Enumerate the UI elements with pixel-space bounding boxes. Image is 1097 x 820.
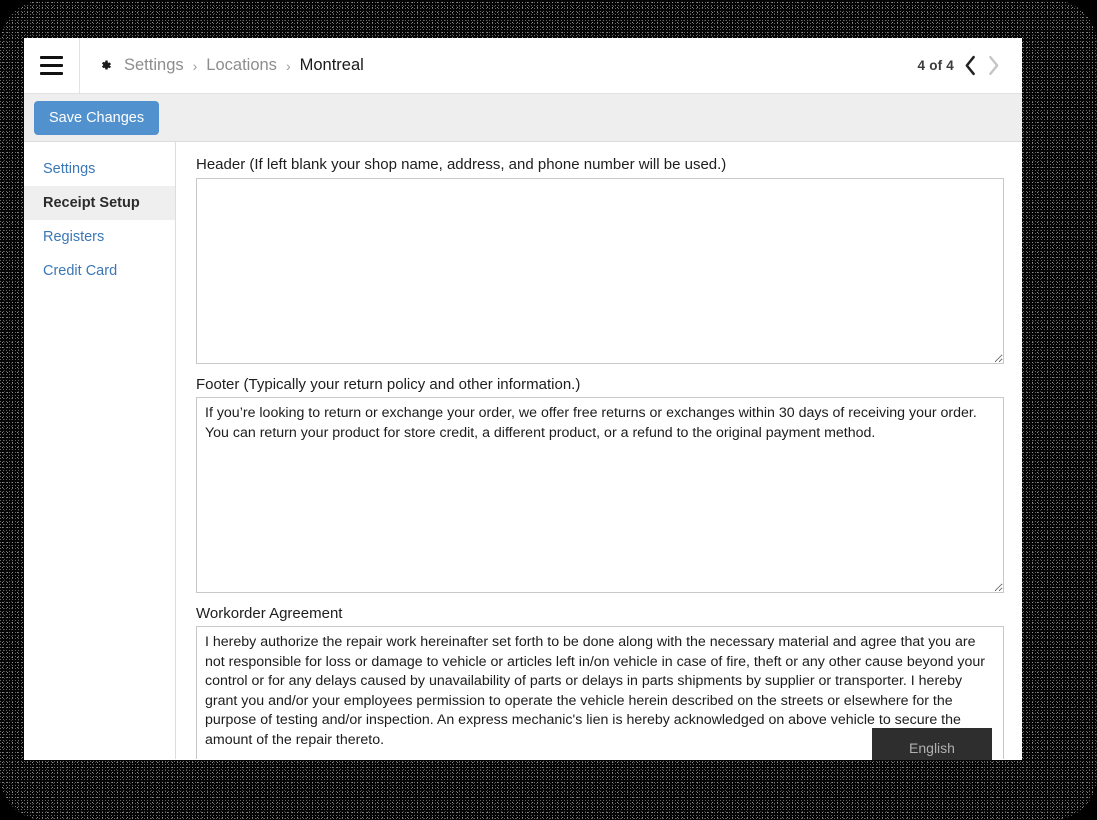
sidebar-item-receipt-setup[interactable]: Receipt Setup: [24, 186, 175, 220]
chevron-left-icon[interactable]: [964, 55, 977, 76]
top-bar: Settings › Locations › Montreal 4 of 4: [24, 38, 1022, 94]
hamburger-bar: [40, 64, 63, 67]
body-split: Settings Receipt Setup Registers Credit …: [24, 142, 1022, 759]
breadcrumb-item-settings[interactable]: Settings: [124, 56, 184, 75]
footer-field-label: Footer (Typically your return policy and…: [196, 376, 581, 393]
action-toolbar: Save Changes: [24, 94, 1022, 142]
hamburger-bar: [40, 72, 63, 75]
sidebar-item-settings[interactable]: Settings: [24, 152, 175, 186]
breadcrumb-separator: ›: [192, 57, 198, 74]
breadcrumb-item-locations[interactable]: Locations: [206, 56, 277, 75]
footer-textarea[interactable]: [196, 397, 1004, 593]
breadcrumb-item-montreal: Montreal: [299, 56, 364, 74]
sidebar-item-registers[interactable]: Registers: [24, 220, 175, 254]
pagination: 4 of 4: [918, 55, 1022, 76]
header-field-label: Header (If left blank your shop name, ad…: [196, 156, 727, 173]
header-textarea[interactable]: [196, 178, 1004, 364]
breadcrumb-separator: ›: [285, 57, 291, 74]
language-button[interactable]: English: [872, 728, 992, 760]
app-viewport: Settings › Locations › Montreal 4 of 4 S…: [24, 38, 1022, 760]
gear-icon[interactable]: [98, 57, 115, 74]
hamburger-icon[interactable]: [24, 38, 80, 93]
sidebar: Settings Receipt Setup Registers Credit …: [24, 142, 176, 759]
pagination-label: 4 of 4: [917, 58, 954, 73]
settings-form: Header (If left blank your shop name, ad…: [176, 142, 1022, 759]
hamburger-bar: [40, 56, 63, 59]
workorder-field-label: Workorder Agreement: [196, 605, 343, 622]
breadcrumb: Settings › Locations › Montreal: [80, 56, 364, 75]
device-frame: Settings › Locations › Montreal 4 of 4 S…: [0, 0, 1097, 820]
save-changes-button[interactable]: Save Changes: [34, 100, 160, 135]
sidebar-item-credit-card[interactable]: Credit Card: [24, 254, 175, 288]
chevron-right-icon[interactable]: [987, 55, 1000, 76]
